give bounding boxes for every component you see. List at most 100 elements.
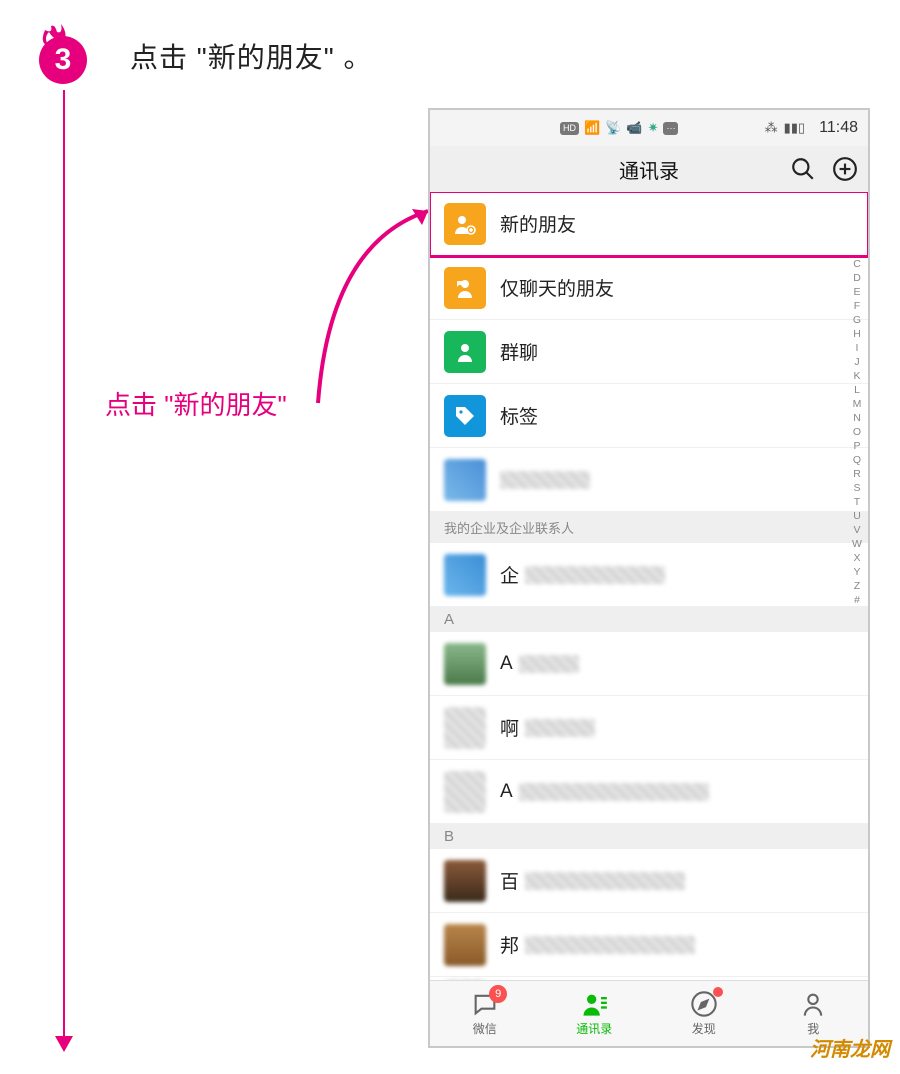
index-letter[interactable]: Z	[854, 580, 860, 592]
add-friend-icon	[444, 203, 486, 245]
index-letter[interactable]: P	[853, 440, 860, 452]
avatar	[444, 459, 486, 501]
index-letter[interactable]: H	[853, 328, 861, 340]
tab-label: 我	[807, 1020, 819, 1037]
contact-name-prefix: 百	[500, 867, 519, 894]
index-letter[interactable]: #	[854, 594, 860, 606]
notification-dot	[713, 987, 723, 997]
index-letter[interactable]: G	[853, 314, 861, 326]
contact-name-blurred	[525, 566, 665, 584]
camera-icon: 📹	[626, 120, 642, 136]
index-letter[interactable]: I	[856, 342, 859, 354]
phone-frame: HD 📶 📡 📹 ✷ ··· ⁂ ▮▮▯ 11:48 通讯录 新的朋友	[428, 108, 870, 1048]
index-letter[interactable]: D	[853, 272, 861, 284]
index-letter[interactable]: K	[853, 370, 860, 382]
index-letter[interactable]: E	[853, 286, 860, 298]
row-new-friends[interactable]: 新的朋友	[430, 192, 868, 256]
index-letter[interactable]: U	[853, 510, 861, 522]
row-contact-b2[interactable]: 邦	[430, 913, 868, 977]
index-letter[interactable]: C	[853, 258, 861, 270]
avatar	[444, 860, 486, 902]
unread-badge: 9	[489, 985, 507, 1003]
row-group-chat[interactable]: 群聊	[430, 320, 868, 384]
callout-arrow-icon	[300, 203, 440, 413]
row-tags[interactable]: 标签	[430, 384, 868, 448]
index-letter[interactable]: R	[853, 468, 861, 480]
index-letter[interactable]: T	[854, 496, 860, 508]
wifi-icon: 📡	[605, 120, 621, 136]
contact-name-blurred	[525, 719, 595, 737]
avatar	[444, 980, 486, 981]
add-icon[interactable]	[832, 156, 858, 182]
status-bar: HD 📶 📡 📹 ✷ ··· ⁂ ▮▮▯ 11:48	[430, 110, 868, 146]
row-contact-a3[interactable]: A	[430, 760, 868, 824]
index-letter[interactable]: V	[853, 524, 860, 536]
section-letter-b: B	[430, 824, 868, 849]
navbar: 通讯录	[430, 146, 868, 192]
tag-icon	[444, 395, 486, 437]
search-icon[interactable]	[790, 156, 816, 182]
contact-name-prefix: A	[500, 781, 513, 803]
signal-icon: 📶	[584, 120, 600, 136]
index-letter[interactable]: O	[853, 426, 861, 438]
tab-me[interactable]: 我	[759, 981, 869, 1046]
row-label: 仅聊天的朋友	[500, 274, 614, 301]
row-enterprise-contact[interactable]: 企	[430, 543, 868, 607]
row-chat-only-friends[interactable]: 仅聊天的朋友	[430, 256, 868, 320]
navbar-title: 通讯录	[619, 155, 679, 184]
row-contact-a1[interactable]: A	[430, 632, 868, 696]
section-enterprise-header: 我的企业及企业联系人	[430, 512, 868, 543]
index-letter[interactable]: X	[853, 552, 860, 564]
contact-name-blurred	[519, 655, 579, 673]
index-letter[interactable]: Q	[853, 454, 861, 466]
tab-wechat[interactable]: 9 微信	[430, 981, 540, 1046]
index-letter[interactable]: L	[854, 384, 860, 396]
avatar	[444, 643, 486, 685]
timeline-line	[63, 90, 65, 1050]
avatar	[444, 924, 486, 966]
index-letter[interactable]: S	[853, 482, 860, 494]
tab-label: 发现	[692, 1020, 716, 1037]
avatar	[444, 554, 486, 596]
person-icon	[799, 990, 827, 1018]
contacts-icon	[580, 990, 608, 1018]
index-letter[interactable]: J	[854, 356, 859, 368]
row-label: 标签	[500, 402, 538, 429]
avatar	[444, 771, 486, 813]
chat-friend-icon	[444, 267, 486, 309]
section-letter-a: A	[430, 607, 868, 632]
index-letter[interactable]: M	[853, 398, 862, 410]
row-contact-b1[interactable]: 百	[430, 849, 868, 913]
sync-icon: ✷	[648, 120, 659, 136]
group-icon	[444, 331, 486, 373]
row-contact-a2[interactable]: 啊	[430, 696, 868, 760]
index-letter[interactable]: F	[854, 300, 860, 312]
tab-contacts[interactable]: 通讯录	[540, 981, 650, 1046]
contact-name-prefix: 企	[500, 561, 519, 588]
index-letter[interactable]: Y	[853, 566, 860, 578]
tab-label: 微信	[473, 1020, 497, 1037]
tab-bar: 9 微信 通讯录 发现 我	[430, 980, 868, 1046]
contact-name-blurred	[519, 783, 709, 801]
row-contact-partial[interactable]	[430, 977, 868, 980]
index-letter[interactable]: W	[852, 538, 862, 550]
row-label: 新的朋友	[500, 210, 576, 237]
contact-name-prefix: A	[500, 653, 513, 675]
row-label: 群聊	[500, 338, 538, 365]
contact-name-blurred	[500, 471, 590, 489]
contact-name-blurred	[525, 872, 685, 890]
step-number: 3	[55, 43, 72, 77]
tab-label: 通讯录	[576, 1020, 612, 1037]
tab-discover[interactable]: 发现	[649, 981, 759, 1046]
index-letter[interactable]: N	[853, 412, 861, 424]
row-contact-blurred[interactable]	[430, 448, 868, 512]
contact-name-blurred	[525, 936, 695, 954]
status-time: 11:48	[819, 119, 858, 137]
avatar	[444, 707, 486, 749]
step-badge: 3	[35, 30, 91, 86]
callout-label: 点击 "新的朋友"	[105, 385, 287, 422]
contacts-list: 新的朋友 仅聊天的朋友 群聊 标签 我的企业及企业联系人	[430, 192, 868, 980]
bluetooth-icon: ⁂	[765, 120, 778, 136]
alpha-index-bar[interactable]: ↑☆ABCDEFGHIJKLMNOPQRSTUVWXYZ#	[850, 202, 864, 920]
hd-icon: HD	[560, 122, 579, 135]
